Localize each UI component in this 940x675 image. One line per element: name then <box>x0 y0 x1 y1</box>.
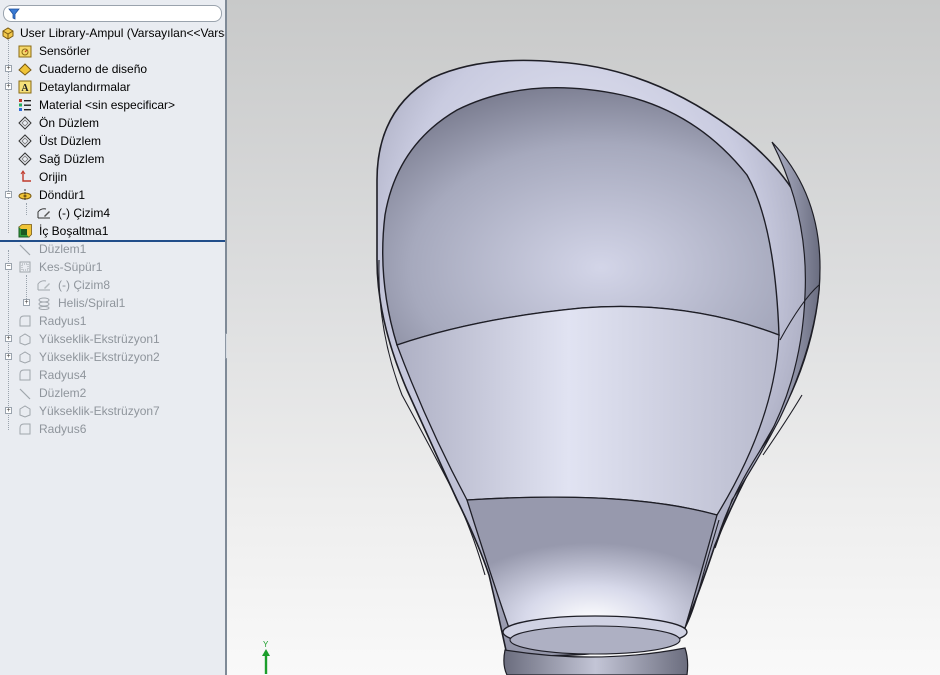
collapse-toggle[interactable]: − <box>5 191 12 198</box>
plane-icon <box>19 244 31 256</box>
tree-item-label: Cuaderno de diseño <box>39 62 148 76</box>
design-binder-icon <box>18 63 32 76</box>
tree-item-sensors[interactable]: Sensörler <box>0 42 225 60</box>
tree-item-material[interactable]: Material <sin especificar> <box>0 96 225 114</box>
cut-sweep-icon <box>19 261 31 273</box>
tree-item-label: Düzlem1 <box>39 242 87 256</box>
panel-tabs[interactable] <box>20 0 125 11</box>
tree-item-label: (-) Çizim4 <box>58 206 110 220</box>
tree-item-fillet4[interactable]: Radyus4 <box>0 366 225 384</box>
bulb-cavity-lower <box>466 496 718 629</box>
tree-item-sketch4[interactable]: (-) Çizim4 <box>0 204 225 222</box>
extrude-icon <box>19 333 31 346</box>
tree-item-label: Radyus6 <box>39 422 87 436</box>
expand-toggle[interactable]: + <box>5 407 12 414</box>
tree-item-cut-sweep[interactable]: − Kes-Süpür1 <box>0 258 225 276</box>
sketch-icon <box>37 208 50 219</box>
tree-item-extrude2[interactable]: + Yükseklik-Ekstrüzyon2 <box>0 348 225 366</box>
plane-icon <box>18 134 32 148</box>
tree-item-label: Üst Düzlem <box>39 134 102 148</box>
tree-item-origin[interactable]: Orijin <box>0 168 225 186</box>
tree-item-label: Sağ Düzlem <box>39 152 105 166</box>
tree-item-helix[interactable]: + Helis/Spiral1 <box>0 294 225 312</box>
tree-filter-input[interactable] <box>3 5 222 22</box>
tree-item-label: Yükseklik-Ekstrüzyon2 <box>39 350 160 364</box>
tree-item-front-plane[interactable]: Ön Düzlem <box>0 114 225 132</box>
collapse-toggle[interactable]: − <box>5 263 12 270</box>
svg-text:A: A <box>21 83 29 94</box>
tree-item-fillet1[interactable]: Radyus1 <box>0 312 225 330</box>
tree-item-label: İç Boşaltma1 <box>39 224 109 238</box>
plane-icon <box>18 116 32 130</box>
filter-icon[interactable] <box>8 8 20 20</box>
light-bulb-model[interactable] <box>227 0 940 675</box>
tree-item-label: Ön Düzlem <box>39 116 100 130</box>
tree-item-label: Helis/Spiral1 <box>58 296 126 310</box>
tree-item-annotations[interactable]: + A Detaylandırmalar <box>0 78 225 96</box>
expand-toggle[interactable]: + <box>5 83 12 90</box>
triad-y-label: Y <box>263 640 269 649</box>
tree-item-right-plane[interactable]: Sağ Düzlem <box>0 150 225 168</box>
sensor-icon <box>18 45 32 58</box>
tree-item-extrude7[interactable]: + Yükseklik-Ekstrüzyon7 <box>0 402 225 420</box>
shell-icon <box>18 224 32 238</box>
origin-icon <box>20 170 31 182</box>
tree-item-label: Düzlem2 <box>39 386 87 400</box>
tree-item-label: Döndür1 <box>39 188 86 202</box>
tree-item-label: Kes-Süpür1 <box>39 260 103 274</box>
expand-toggle[interactable]: + <box>5 335 12 342</box>
fillet-icon <box>19 315 31 327</box>
expand-toggle[interactable]: + <box>5 353 12 360</box>
tree-item-label: Yükseklik-Ekstrüzyon7 <box>39 404 160 418</box>
tree-item-label: Detaylandırmalar <box>39 80 131 94</box>
reference-triad: Y <box>262 640 270 674</box>
expand-toggle[interactable]: + <box>23 299 30 306</box>
tree-item-design-binder[interactable]: + Cuaderno de diseño <box>0 60 225 78</box>
helix-icon <box>38 297 50 310</box>
part-icon <box>2 27 14 40</box>
tree-item-label: Sensörler <box>39 44 91 58</box>
tree-item-label: Material <sin especificar> <box>39 98 176 112</box>
expand-toggle[interactable]: + <box>5 65 12 72</box>
tree-item-top-plane[interactable]: Üst Düzlem <box>0 132 225 150</box>
extrude-icon <box>19 351 31 364</box>
tree-item-sketch8[interactable]: (-) Çizim8 <box>0 276 225 294</box>
neck-ring-inner <box>509 625 681 655</box>
extrude-icon <box>19 405 31 418</box>
plane-icon <box>18 152 32 166</box>
sketch-icon <box>37 280 50 291</box>
tree-item-shell[interactable]: İç Boşaltma1 <box>0 222 225 240</box>
tree-root-part[interactable]: User Library-Ampul (Varsayılan<<Varsayıl… <box>0 24 225 42</box>
tree-item-plane2[interactable]: Düzlem2 <box>0 384 225 402</box>
tree-item-revolve[interactable]: − Döndür1 <box>0 186 225 204</box>
tree-item-plane1[interactable]: Düzlem1 <box>0 240 225 258</box>
graphics-viewport[interactable]: Y <box>227 0 940 675</box>
tree-item-label: Radyus1 <box>39 314 87 328</box>
plane-icon <box>19 388 31 400</box>
tree-item-fillet6[interactable]: Radyus6 <box>0 420 225 438</box>
tree-item-extrude1[interactable]: + Yükseklik-Ekstrüzyon1 <box>0 330 225 348</box>
fillet-icon <box>19 423 31 435</box>
tree-item-label: Radyus4 <box>39 368 87 382</box>
tree-item-label: Yükseklik-Ekstrüzyon1 <box>39 332 160 346</box>
tree-item-label: Orijin <box>39 170 68 184</box>
annotations-icon: A <box>18 80 32 94</box>
material-icon <box>19 99 31 111</box>
feature-manager-panel: User Library-Ampul (Varsayılan<<Varsayıl… <box>0 0 225 675</box>
revolve-icon <box>18 189 32 201</box>
tree-root-label: User Library-Ampul (Varsayılan<<Varsayıl… <box>20 26 225 40</box>
tree-item-label: (-) Çizim8 <box>58 278 110 292</box>
fillet-icon <box>19 369 31 381</box>
